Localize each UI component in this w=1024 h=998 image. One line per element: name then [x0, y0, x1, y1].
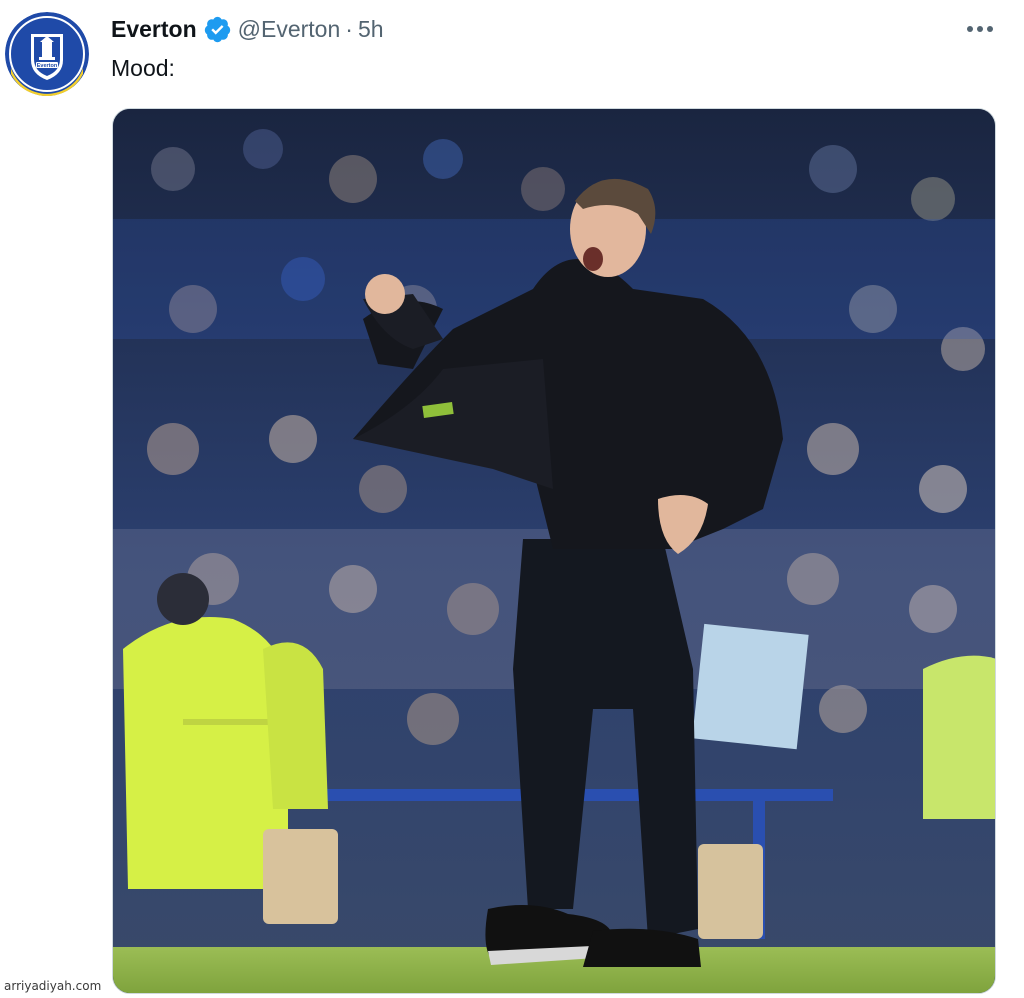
everton-crest-icon: Everton: [5, 12, 89, 96]
photo-icon: [113, 109, 995, 993]
tweet-header: Everton @Everton · 5h: [111, 14, 384, 44]
tweet-card: Everton Everton @Everton · 5h Mood: arri…: [0, 0, 1024, 998]
author-name[interactable]: Everton: [111, 16, 197, 43]
author-handle[interactable]: @Everton: [238, 16, 341, 43]
separator-dot: ·: [345, 15, 353, 42]
more-options-button[interactable]: [960, 14, 1000, 44]
verified-badge-icon[interactable]: [203, 15, 232, 44]
crest-text: Everton: [37, 63, 58, 69]
tweet-photo[interactable]: [112, 108, 996, 994]
watermark: arriyadiyah.com: [4, 979, 102, 993]
tweet-timestamp[interactable]: 5h: [358, 16, 384, 43]
tweet-text: Mood:: [111, 55, 175, 81]
ellipsis-horizontal-icon: [967, 26, 993, 32]
author-avatar[interactable]: Everton: [5, 12, 89, 96]
